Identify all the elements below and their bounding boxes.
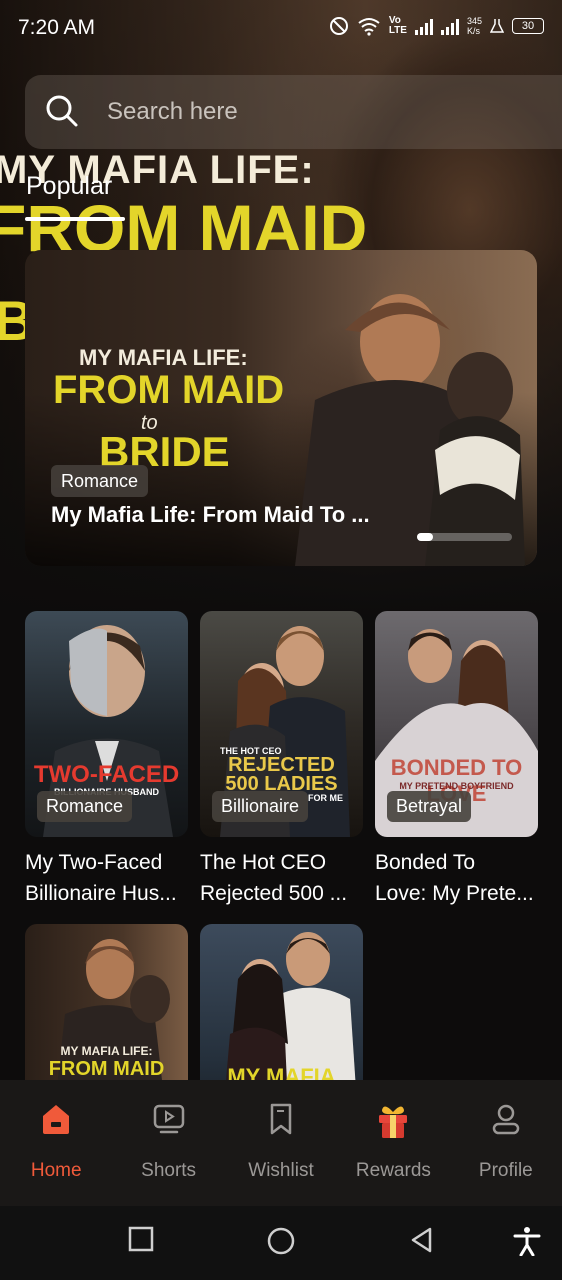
accessibility-icon[interactable]: [513, 1226, 541, 1256]
nav-wishlist[interactable]: Wishlist: [225, 1080, 337, 1206]
battery-icon: 30: [512, 18, 544, 34]
signal-icon-1: [414, 17, 433, 35]
volte-indicator: Vo LTE: [389, 16, 407, 36]
book-card[interactable]: BONDED TO LOVE MY PRETEND BOYFRIEND Betr…: [375, 611, 538, 909]
nav-profile-label: Profile: [478, 1160, 533, 1181]
genre-badge: Billionaire: [212, 791, 309, 822]
search-input[interactable]: [107, 93, 487, 131]
flask-icon: [490, 19, 504, 33]
featured-book-card[interactable]: MY MAFIA LIFE: FROM MAID to BRIDE Romanc…: [25, 250, 537, 566]
system-nav-bar: [0, 1206, 562, 1280]
user-icon: [492, 1104, 520, 1135]
cover-title: TWO-FACED: [33, 761, 180, 788]
nav-shorts[interactable]: Shorts: [112, 1080, 224, 1206]
book-cover: TWO-FACED BILLIONAIRE HUSBAND Romance: [25, 611, 188, 837]
home-icon: [43, 1105, 70, 1134]
nav-rewards[interactable]: Rewards: [337, 1080, 449, 1206]
nav-rewards-label: Rewards: [355, 1160, 431, 1181]
recents-icon[interactable]: [128, 1226, 154, 1252]
cover-title: FROM MAID: [48, 1058, 165, 1080]
featured-cover-line2: FROM MAID: [53, 368, 285, 412]
book-title: My Two-Faced Billionaire Hus...: [25, 847, 195, 909]
carousel-indicator-active: [417, 533, 433, 541]
nav-shorts-label: Shorts: [141, 1160, 197, 1181]
status-icons: Vo LTE 345 K/s 30: [329, 16, 544, 36]
back-icon[interactable]: [408, 1226, 436, 1254]
bookmark-icon: [270, 1103, 292, 1135]
play-screen-icon: [153, 1104, 184, 1134]
nav-home-label: Home: [30, 1160, 82, 1181]
nav-wishlist-label: Wishlist: [248, 1160, 314, 1181]
tab-popular[interactable]: Popular: [26, 172, 112, 201]
book-cover: THE HOT CEO REJECTED 500 LADIES FOR ME B…: [200, 611, 363, 837]
book-title: Bonded To Love: My Prete...: [375, 847, 545, 909]
book-title-line2: Love: My Prete...: [375, 882, 534, 905]
status-bar: 7:20 AM Vo LTE 345 K/s 30: [0, 0, 562, 58]
home-circle-icon[interactable]: [266, 1226, 296, 1256]
book-title: The Hot CEO Rejected 500 ...: [200, 847, 370, 909]
book-title-line1: The Hot CEO: [200, 851, 327, 874]
net-speed: 345 K/s: [467, 16, 482, 36]
featured-title: My Mafia Life: From Maid To ...: [51, 502, 370, 527]
bottom-nav: Home Shorts Wishlist Rewards Profile: [0, 1080, 562, 1206]
cover-subtitle: MY PRETEND BOYFRIEND: [399, 781, 514, 791]
wifi-icon: [358, 18, 380, 36]
volte-bottom: LTE: [388, 25, 407, 36]
gift-icon: [379, 1106, 408, 1138]
book-card[interactable]: THE HOT CEO REJECTED 500 LADIES FOR ME B…: [200, 611, 363, 909]
book-title-line2: Billionaire Hus...: [25, 882, 177, 905]
carousel-indicator: [417, 533, 512, 541]
signal-icon-2: [440, 17, 459, 35]
featured-genre-badge: Romance: [51, 465, 149, 497]
book-title-line1: Bonded To: [375, 851, 476, 874]
net-speed-unit: K/s: [466, 26, 480, 36]
dnd-icon: [329, 17, 348, 35]
search-bar[interactable]: [25, 75, 562, 149]
book-cover: BONDED TO LOVE MY PRETEND BOYFRIEND Betr…: [375, 611, 538, 837]
cover-subtitle: FOR ME: [308, 793, 343, 803]
net-speed-value: 345: [466, 16, 482, 26]
genre-badge: Romance: [37, 791, 133, 822]
book-card[interactable]: TWO-FACED BILLIONAIRE HUSBAND Romance My…: [25, 611, 188, 909]
status-time: 7:20 AM: [18, 16, 96, 39]
search-icon: [46, 95, 78, 127]
nav-profile[interactable]: Profile: [450, 1080, 562, 1206]
book-title-line2: Rejected 500 ...: [200, 882, 348, 905]
nav-home[interactable]: Home: [0, 1080, 112, 1206]
cover-title-top: MY MAFIA LIFE:: [60, 1044, 153, 1058]
book-title-line1: My Two-Faced: [25, 851, 163, 874]
tab-popular-underline: [25, 217, 125, 221]
genre-badge: Betrayal: [387, 791, 472, 822]
